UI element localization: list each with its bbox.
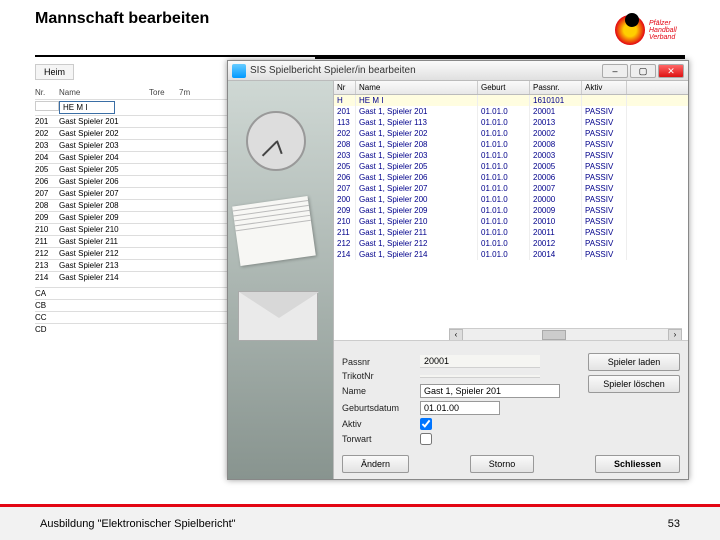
edit-button[interactable]: Ändern [342,455,409,473]
nr-box[interactable] [35,101,59,111]
brand-logo: Pfälzer Handball Verband [615,10,685,50]
grid-row[interactable]: 208Gast 1, Spieler 20801.01.020008PASSIV [334,139,688,150]
close-dialog-button[interactable]: Schliessen [595,455,680,473]
roster-row[interactable]: 202Gast Spieler 202 [35,127,235,139]
grid-header: Nr Name Geburt Passnr. Aktiv [334,81,688,95]
edit-player-dialog: SIS Spielbericht Spieler/in bearbeiten –… [227,60,689,480]
roster-row[interactable]: 211Gast Spieler 211 [35,235,235,247]
grid-row[interactable]: 206Gast 1, Spieler 20601.01.020006PASSIV [334,172,688,183]
dialog-titlebar[interactable]: SIS Spielbericht Spieler/in bearbeiten –… [228,61,688,81]
label-geb: Geburtsdatum [342,403,420,413]
team-roster-panel: Heim Nr. Name Tore 7m 201Gast Spieler 20… [35,64,235,335]
value-trikot [420,375,540,378]
gcol-nr: Nr [334,81,356,94]
player-grid[interactable]: Nr Name Geburt Passnr. Aktiv HHE M I1610… [334,81,688,341]
col-nr: Nr. [35,88,59,97]
roster-row[interactable]: 208Gast Spieler 208 [35,199,235,211]
load-player-button[interactable]: Spieler laden [588,353,680,371]
official-row[interactable]: CD [35,323,235,335]
logo-line-2: Handball [649,27,677,34]
label-torwart: Torwart [342,434,420,444]
roster-row[interactable]: 201Gast Spieler 201 [35,115,235,127]
scroll-thumb[interactable] [542,330,566,340]
dialog-title: SIS Spielbericht Spieler/in bearbeiten [250,65,600,76]
player-form: Spieler laden Spieler löschen Passnr2000… [334,349,688,479]
roster-row[interactable]: 210Gast Spieler 210 [35,223,235,235]
roster-row[interactable]: 214Gast Spieler 214 [35,271,235,283]
roster-row[interactable]: 205Gast Spieler 205 [35,163,235,175]
gcol-pass: Passnr. [530,81,582,94]
gcol-geb: Geburt [478,81,530,94]
roster-row[interactable]: 207Gast Spieler 207 [35,187,235,199]
grid-row[interactable]: 207Gast 1, Spieler 20701.01.020007PASSIV [334,183,688,194]
scroll-right-icon[interactable]: › [668,329,682,341]
close-button[interactable]: ✕ [658,64,684,78]
paper-icon [232,196,316,266]
footer-text: Ausbildung "Elektronischer Spielbericht" [40,518,236,530]
col-7m: 7m [179,88,209,97]
grid-row[interactable]: 211Gast 1, Spieler 21101.01.020011PASSIV [334,227,688,238]
grid-row[interactable]: 201Gast 1, Spieler 20101.01.020001PASSIV [334,106,688,117]
gcol-aktiv: Aktiv [582,81,627,94]
grid-row[interactable]: 200Gast 1, Spieler 20001.01.020000PASSIV [334,194,688,205]
scroll-left-icon[interactable]: ‹ [449,329,463,341]
roster-input-row [35,99,235,115]
logo-line-3: Verband [649,34,677,41]
roster-row[interactable]: 209Gast Spieler 209 [35,211,235,223]
logo-line-1: Pfälzer [649,20,677,27]
gcol-name: Name [356,81,478,94]
grid-row[interactable]: 113Gast 1, Spieler 11301.01.020013PASSIV [334,117,688,128]
official-row[interactable]: CC [35,311,235,323]
grid-row[interactable]: 205Gast 1, Spieler 20501.01.020005PASSIV [334,161,688,172]
grid-row[interactable]: 209Gast 1, Spieler 20901.01.020009PASSIV [334,205,688,216]
grid-row[interactable]: HHE M I1610101 [334,95,688,106]
header-divider [35,55,685,57]
player-name-input[interactable] [59,101,115,114]
minimize-button[interactable]: – [602,64,628,78]
slide-footer: Ausbildung "Elektronischer Spielbericht"… [0,504,720,540]
grid-row[interactable]: 210Gast 1, Spieler 21001.01.020010PASSIV [334,216,688,227]
roster-row[interactable]: 206Gast Spieler 206 [35,175,235,187]
envelope-icon [238,291,318,341]
label-aktiv: Aktiv [342,419,420,429]
goalkeeper-checkbox[interactable] [420,433,432,445]
grid-row[interactable]: 212Gast 1, Spieler 21201.01.020012PASSIV [334,238,688,249]
roster-row[interactable]: 203Gast Spieler 203 [35,139,235,151]
grid-row[interactable]: 214Gast 1, Spieler 21401.01.020014PASSIV [334,249,688,260]
label-passnr: Passnr [342,357,420,367]
grid-row[interactable]: 203Gast 1, Spieler 20301.01.020003PASSIV [334,150,688,161]
clock-icon [246,111,306,171]
label-trikot: TrikotNr [342,371,420,381]
grid-row[interactable]: 202Gast 1, Spieler 20201.01.020002PASSIV [334,128,688,139]
app-icon [232,64,246,78]
roster-header: Nr. Name Tore 7m [35,86,235,99]
page-number: 53 [668,518,680,530]
tab-heim[interactable]: Heim [35,64,74,80]
value-passnr: 20001 [420,355,540,368]
roster-row[interactable]: 212Gast Spieler 212 [35,247,235,259]
label-name: Name [342,386,420,396]
logo-swirl-icon [615,15,645,45]
roster-row[interactable]: 204Gast Spieler 204 [35,151,235,163]
active-checkbox[interactable] [420,418,432,430]
delete-player-button[interactable]: Spieler löschen [588,375,680,393]
name-field[interactable] [420,384,560,398]
horizontal-scrollbar[interactable]: ‹ › [449,328,682,340]
page-title: Mannschaft bearbeiten [35,10,209,28]
birthdate-field[interactable] [420,401,500,415]
dialog-illustration [228,81,334,479]
col-name: Name [59,88,149,97]
col-tore: Tore [149,88,179,97]
official-row[interactable]: CA [35,287,235,299]
roster-row[interactable]: 213Gast Spieler 213 [35,259,235,271]
maximize-button[interactable]: ▢ [630,64,656,78]
cancel-button[interactable]: Storno [470,455,535,473]
official-row[interactable]: CB [35,299,235,311]
